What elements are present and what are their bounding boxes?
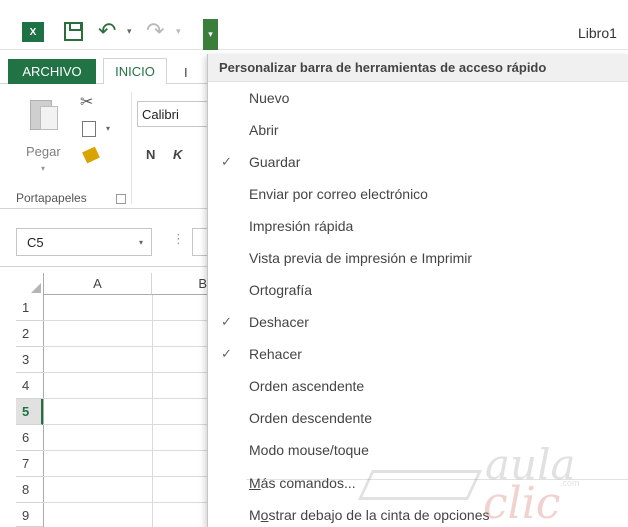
name-box-dropdown-icon[interactable]: ▾ bbox=[139, 238, 143, 247]
save-icon[interactable] bbox=[64, 22, 83, 41]
excel-app-icon[interactable]: X bbox=[22, 22, 44, 42]
undo-icon[interactable]: ↶ bbox=[98, 18, 116, 44]
menu-item-abrir[interactable]: Abrir bbox=[208, 114, 628, 146]
watermark-text-com: .com bbox=[560, 478, 580, 488]
undo-dropdown-icon[interactable]: ▾ bbox=[127, 26, 132, 37]
access-key: M bbox=[249, 475, 261, 491]
cut-icon[interactable]: ✂ bbox=[80, 92, 93, 112]
menu-item-ortografia[interactable]: Ortografía bbox=[208, 274, 628, 306]
row-header-8[interactable]: 8 bbox=[16, 477, 43, 503]
row-gridline bbox=[43, 476, 213, 477]
column-header-b[interactable]: B bbox=[152, 273, 212, 295]
row-gridline bbox=[43, 320, 213, 321]
redo-dropdown-icon[interactable]: ▾ bbox=[176, 26, 181, 37]
menu-item-guardar[interactable]: ✓ Guardar bbox=[208, 146, 628, 178]
menu-item-nuevo[interactable]: Nuevo bbox=[208, 82, 628, 114]
row-header-4[interactable]: 4 bbox=[16, 373, 43, 399]
row-header-3[interactable]: 3 bbox=[16, 347, 43, 373]
menu-item-label: Impresión rápida bbox=[249, 218, 354, 234]
menu-item-orden-descendente[interactable]: Orden descendente bbox=[208, 402, 628, 434]
checkmark-icon: ✓ bbox=[221, 314, 232, 329]
menu-item-label-start: M bbox=[249, 507, 261, 523]
checkmark-icon: ✓ bbox=[221, 154, 232, 169]
checkmark-icon: ✓ bbox=[221, 346, 232, 361]
menu-item-label: Enviar por correo electrónico bbox=[249, 186, 428, 202]
document-title: Libro1 bbox=[578, 25, 617, 41]
row-gridline bbox=[43, 450, 213, 451]
name-box-value: C5 bbox=[27, 235, 44, 250]
formula-bar-grip-icon[interactable]: ⋮ bbox=[172, 231, 185, 247]
redo-icon[interactable]: ↷ bbox=[146, 18, 164, 44]
menu-item-orden-ascendente[interactable]: Orden ascendente bbox=[208, 370, 628, 402]
menu-item-label: Vista previa de impresión e Imprimir bbox=[249, 250, 473, 266]
row-gridline bbox=[43, 372, 213, 373]
menu-item-label: Rehacer bbox=[249, 346, 302, 362]
clipboard-launcher-icon[interactable] bbox=[116, 194, 126, 204]
menu-item-label: Deshacer bbox=[249, 314, 309, 330]
bold-button[interactable]: N bbox=[146, 147, 155, 162]
graduation-cap-icon bbox=[358, 470, 482, 500]
row-header-2[interactable]: 2 bbox=[16, 321, 43, 347]
row-header-9[interactable]: 9 bbox=[16, 503, 43, 527]
row-gridline bbox=[43, 502, 213, 503]
italic-button[interactable]: K bbox=[173, 147, 182, 162]
tab-inicio[interactable]: INICIO bbox=[103, 58, 167, 85]
menu-item-label: Orden descendente bbox=[249, 410, 372, 426]
menu-header: Personalizar barra de herramientas de ac… bbox=[208, 54, 628, 82]
tab-archivo[interactable]: ARCHIVO bbox=[8, 59, 96, 84]
menu-item-label: Orden ascendente bbox=[249, 378, 365, 394]
column-header-a[interactable]: A bbox=[44, 273, 152, 295]
menu-item-label: ás comandos... bbox=[260, 475, 356, 491]
paste-icon[interactable] bbox=[30, 96, 64, 130]
font-name-box[interactable]: Calibri bbox=[137, 101, 212, 127]
select-all-corner[interactable] bbox=[16, 273, 43, 295]
tab-insertar[interactable]: I bbox=[184, 65, 188, 80]
row-gridline bbox=[43, 398, 213, 399]
row-header-1[interactable]: 1 bbox=[16, 295, 43, 321]
menu-item-enviar-correo[interactable]: Enviar por correo electrónico bbox=[208, 178, 628, 210]
menu-item-deshacer[interactable]: ✓ Deshacer bbox=[208, 306, 628, 338]
column-gridline bbox=[152, 295, 153, 527]
paste-button-label[interactable]: Pegar bbox=[26, 144, 61, 159]
menu-item-label: Abrir bbox=[249, 122, 279, 138]
group-divider bbox=[131, 92, 132, 204]
customize-qat-button[interactable]: ▾ bbox=[203, 19, 218, 50]
copy-dropdown-icon[interactable]: ▾ bbox=[106, 124, 110, 133]
menu-item-label: Guardar bbox=[249, 154, 301, 170]
copy-icon[interactable] bbox=[82, 121, 96, 137]
row-header-7[interactable]: 7 bbox=[16, 451, 43, 477]
menu-item-impresion-rapida[interactable]: Impresión rápida bbox=[208, 210, 628, 242]
name-box[interactable]: C5 ▾ bbox=[16, 228, 152, 256]
menu-item-rehacer[interactable]: ✓ Rehacer bbox=[208, 338, 628, 370]
row-gridline bbox=[43, 346, 213, 347]
format-painter-icon[interactable] bbox=[82, 146, 100, 164]
watermark-text-clic: clic bbox=[483, 478, 561, 527]
row-header-6[interactable]: 6 bbox=[16, 425, 43, 451]
row-header-border bbox=[43, 273, 44, 527]
menu-item-label: Nuevo bbox=[249, 90, 290, 106]
menu-item-label: Ortografía bbox=[249, 282, 313, 298]
title-bar: X ↶ ▾ ↷ ▾ ▾ Libro1 bbox=[0, 0, 628, 50]
menu-item-label: Modo mouse/toque bbox=[249, 442, 369, 458]
menu-item-vista-previa[interactable]: Vista previa de impresión e Imprimir bbox=[208, 242, 628, 274]
aulaclic-watermark: aula .com clic bbox=[358, 440, 595, 527]
clipboard-group-label: Portapapeles bbox=[16, 191, 87, 205]
row-gridline bbox=[43, 424, 213, 425]
row-header-5[interactable]: 5 bbox=[16, 399, 43, 425]
paste-dropdown-icon[interactable]: ▾ bbox=[41, 164, 45, 173]
